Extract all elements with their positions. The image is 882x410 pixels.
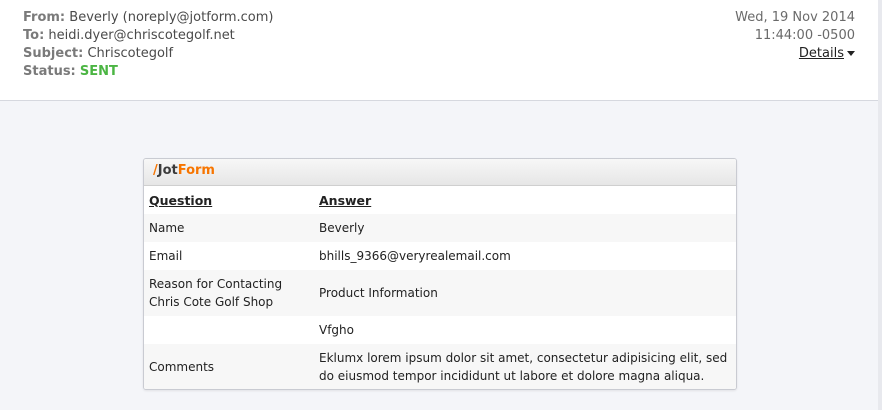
answer-cell: Vfgho — [319, 323, 354, 337]
table-header-row: Question Answer — [144, 186, 736, 214]
table-row: Email bhills_9366@veryrealemail.com — [144, 242, 736, 270]
question-header: Question — [149, 192, 213, 208]
to-label: To: — [23, 28, 45, 43]
table-row: Comments Eklumx lorem ipsum dolor sit am… — [144, 344, 736, 389]
details-toggle[interactable]: Details — [735, 45, 855, 63]
logo-form: Form — [177, 163, 215, 178]
email-header: From: Beverly (noreply@jotform.com) To: … — [0, 0, 882, 101]
table-row: Reason for Contacting Chris Cote Golf Sh… — [144, 270, 736, 316]
subject-line: Subject: Chriscotegolf — [23, 45, 274, 63]
question-cell: Reason for Contacting Chris Cote Golf Sh… — [149, 277, 283, 309]
from-value: Beverly (noreply@jotform.com) — [69, 10, 274, 25]
email-date: Wed, 19 Nov 2014 — [735, 10, 855, 25]
answer-cell: Product Information — [319, 286, 438, 300]
caret-down-icon[interactable] — [847, 51, 855, 56]
question-cell — [144, 316, 314, 344]
question-cell: Name — [149, 221, 185, 235]
email-date-block: Wed, 19 Nov 2014 11:44:00 -0500 Details — [735, 9, 855, 63]
subject-label: Subject: — [23, 46, 84, 61]
logo-jot: Jot — [157, 163, 178, 178]
submission-table: Question Answer Name Beverly Email bhill… — [144, 186, 736, 389]
email-meta: From: Beverly (noreply@jotform.com) To: … — [23, 9, 274, 81]
subject-value: Chriscotegolf — [87, 46, 174, 61]
question-cell: Comments — [149, 360, 215, 374]
question-cell: Email — [149, 249, 183, 263]
from-line: From: Beverly (noreply@jotform.com) — [23, 9, 274, 27]
card-header: /JotForm — [144, 159, 736, 186]
table-row: Vfgho — [144, 316, 736, 344]
answer-header: Answer — [319, 192, 372, 208]
answer-cell: Eklumx lorem ipsum dolor sit amet, conse… — [319, 351, 728, 383]
submission-card: /JotForm Question Answer Name Beverly Em… — [143, 158, 737, 390]
status-badge: SENT — [79, 64, 118, 79]
to-line: To: heidi.dyer@chriscotegolf.net — [23, 27, 274, 45]
from-label: From: — [23, 10, 66, 25]
email-time: 11:44:00 -0500 — [754, 28, 855, 43]
to-value: heidi.dyer@chriscotegolf.net — [48, 28, 235, 43]
scrollbar[interactable] — [878, 0, 882, 410]
table-row: Name Beverly — [144, 214, 736, 242]
answer-cell: Beverly — [319, 221, 365, 235]
details-link[interactable]: Details — [799, 46, 844, 61]
status-line: Status: SENT — [23, 63, 274, 81]
status-label: Status: — [23, 64, 76, 79]
answer-cell: bhills_9366@veryrealemail.com — [319, 249, 511, 263]
jotform-logo: /JotForm — [153, 163, 215, 178]
